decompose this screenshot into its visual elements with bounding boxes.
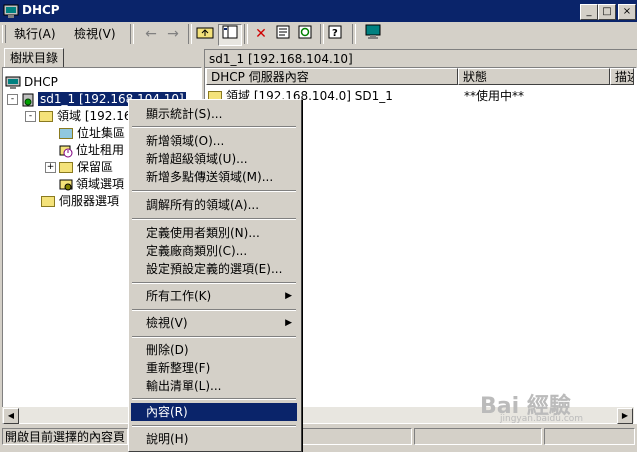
up-folder-icon[interactable] <box>194 24 216 44</box>
menu-separator <box>132 282 296 284</box>
svg-text:?: ? <box>332 28 338 39</box>
status-cell-2 <box>300 428 412 445</box>
refresh-icon[interactable] <box>294 24 316 44</box>
address-lease-icon <box>59 145 73 157</box>
tree-node-pool[interactable]: 位址集區 <box>59 125 125 141</box>
menu-separator <box>132 398 296 400</box>
context-menu: 顯示統計(S)... 新增領域(O)... 新增超級領域(U)... 新增多點傳… <box>128 99 302 452</box>
menu-separator <box>132 218 296 220</box>
status-cell-4 <box>544 428 635 445</box>
window-title: DHCP <box>22 3 60 17</box>
menu-view[interactable]: 檢視(V) <box>70 25 120 43</box>
menu-item-delete[interactable]: 刪除(D) <box>131 341 297 359</box>
tree-label-reservations: 保留區 <box>77 160 114 174</box>
status-cell-3 <box>414 428 542 445</box>
tree-node-reservations[interactable]: + 保留區 <box>45 159 113 175</box>
properties-icon[interactable] <box>272 24 294 44</box>
menu-item-predefined-options[interactable]: 設定預設定義的選項(E)... <box>131 260 297 278</box>
menu-item-properties[interactable]: 內容(R) <box>131 403 297 421</box>
tree-node-scope[interactable]: - 領域 [192.16 <box>25 108 132 124</box>
collapse-icon[interactable]: - <box>25 111 36 122</box>
toolbar-separator <box>130 24 134 44</box>
menu-item-refresh[interactable]: 重新整理(F) <box>131 359 297 377</box>
toolbar-separator <box>320 24 324 44</box>
delete-icon[interactable]: ✕ <box>250 24 272 44</box>
tree-node-scope-options[interactable]: 領域選項 <box>59 176 124 192</box>
menu-item-stats[interactable]: 顯示統計(S)... <box>131 105 297 123</box>
menu-item-view[interactable]: 檢視(V) ▶ <box>131 314 297 332</box>
tree-node-leases[interactable]: 位址租用 <box>59 142 124 158</box>
collapse-icon[interactable]: - <box>7 94 18 105</box>
right-pane-header: sd1_1 [192.168.104.10] <box>204 49 637 69</box>
menu-bar: 執行(A) 檢視(V) <box>0 22 637 46</box>
list-cell-status: **使用中** <box>464 89 525 103</box>
column-header-description[interactable]: 描述 <box>610 68 634 85</box>
menu-item-export[interactable]: 輸出清單(L)... <box>131 377 297 395</box>
address-pool-icon <box>59 128 73 139</box>
status-text: 開啟目前選擇的內容頁 <box>2 428 128 445</box>
tree-label-pool: 位址集區 <box>77 126 126 140</box>
menu-separator <box>132 425 296 427</box>
maximize-button[interactable]: □ <box>598 4 616 20</box>
grip <box>2 25 6 43</box>
menu-item-all-tasks[interactable]: 所有工作(K) ▶ <box>131 287 297 305</box>
folder-icon <box>59 162 73 173</box>
close-button[interactable]: × <box>618 4 636 20</box>
menu-separator <box>132 336 296 338</box>
tree-node-dhcp[interactable]: DHCP <box>5 74 58 90</box>
scroll-right-icon[interactable]: ▶ <box>617 408 633 424</box>
menu-item-new-superscope[interactable]: 新增超級領域(U)... <box>131 150 297 168</box>
show-tree-icon[interactable] <box>218 24 242 46</box>
menu-separator <box>132 190 296 192</box>
folder-icon <box>39 111 53 122</box>
submenu-arrow-icon: ▶ <box>285 291 292 301</box>
menu-item-vendor-classes[interactable]: 定義廠商類別(C)... <box>131 242 297 260</box>
help-icon[interactable]: ? <box>326 24 348 44</box>
title-bar: DHCP _ □ × <box>0 0 637 22</box>
menu-item-help[interactable]: 說明(H) <box>131 430 297 448</box>
expand-icon[interactable]: + <box>45 162 56 173</box>
server-icon <box>22 93 34 106</box>
watermark-url: jingyan.baidu.com <box>500 414 584 424</box>
tree-label-scope-options: 領域選項 <box>76 177 125 191</box>
console-icon[interactable] <box>362 24 384 44</box>
menu-action[interactable]: 執行(A) <box>10 25 60 43</box>
menu-label-all-tasks: 所有工作(K) <box>146 289 212 303</box>
scope-options-icon <box>59 179 73 190</box>
dhcp-app-icon <box>3 4 19 18</box>
toolbar-separator <box>244 24 248 44</box>
tree-label-dhcp: DHCP <box>24 75 58 89</box>
menu-item-new-multicast[interactable]: 新增多點傳送領域(M)... <box>131 168 297 186</box>
tree-label-leases: 位址租用 <box>76 143 125 157</box>
toolbar-separator <box>188 24 192 44</box>
tab-tree[interactable]: 樹狀目錄 <box>4 48 64 68</box>
minimize-button[interactable]: _ <box>580 4 598 20</box>
menu-separator <box>132 309 296 311</box>
tree-node-server-options[interactable]: 伺服器選項 <box>41 193 119 209</box>
menu-item-reconcile[interactable]: 調解所有的領域(A)... <box>131 196 297 214</box>
forward-icon[interactable]: → <box>162 24 184 44</box>
scroll-left-icon[interactable]: ◀ <box>3 408 19 424</box>
tree-label-server-options: 伺服器選項 <box>59 194 120 208</box>
menu-item-user-classes[interactable]: 定義使用者類別(N)... <box>131 224 297 242</box>
dhcp-window: DHCP _ □ × 執行(A) 檢視(V) ← → ✕ ? 樹狀目錄 sd1_… <box>0 0 637 452</box>
menu-label-view: 檢視(V) <box>146 316 188 330</box>
menu-item-new-scope[interactable]: 新增領域(O)... <box>131 132 297 150</box>
dhcp-icon <box>5 76 21 89</box>
toolbar-separator <box>352 24 356 44</box>
column-header-content[interactable]: DHCP 伺服器內容 <box>206 68 458 85</box>
menu-separator <box>132 126 296 128</box>
tree-label-scope: 領域 [192.16 <box>57 109 132 123</box>
folder-icon <box>41 196 55 207</box>
submenu-arrow-icon: ▶ <box>285 318 292 328</box>
column-header-status[interactable]: 狀態 <box>458 68 610 85</box>
back-icon[interactable]: ← <box>140 24 162 44</box>
